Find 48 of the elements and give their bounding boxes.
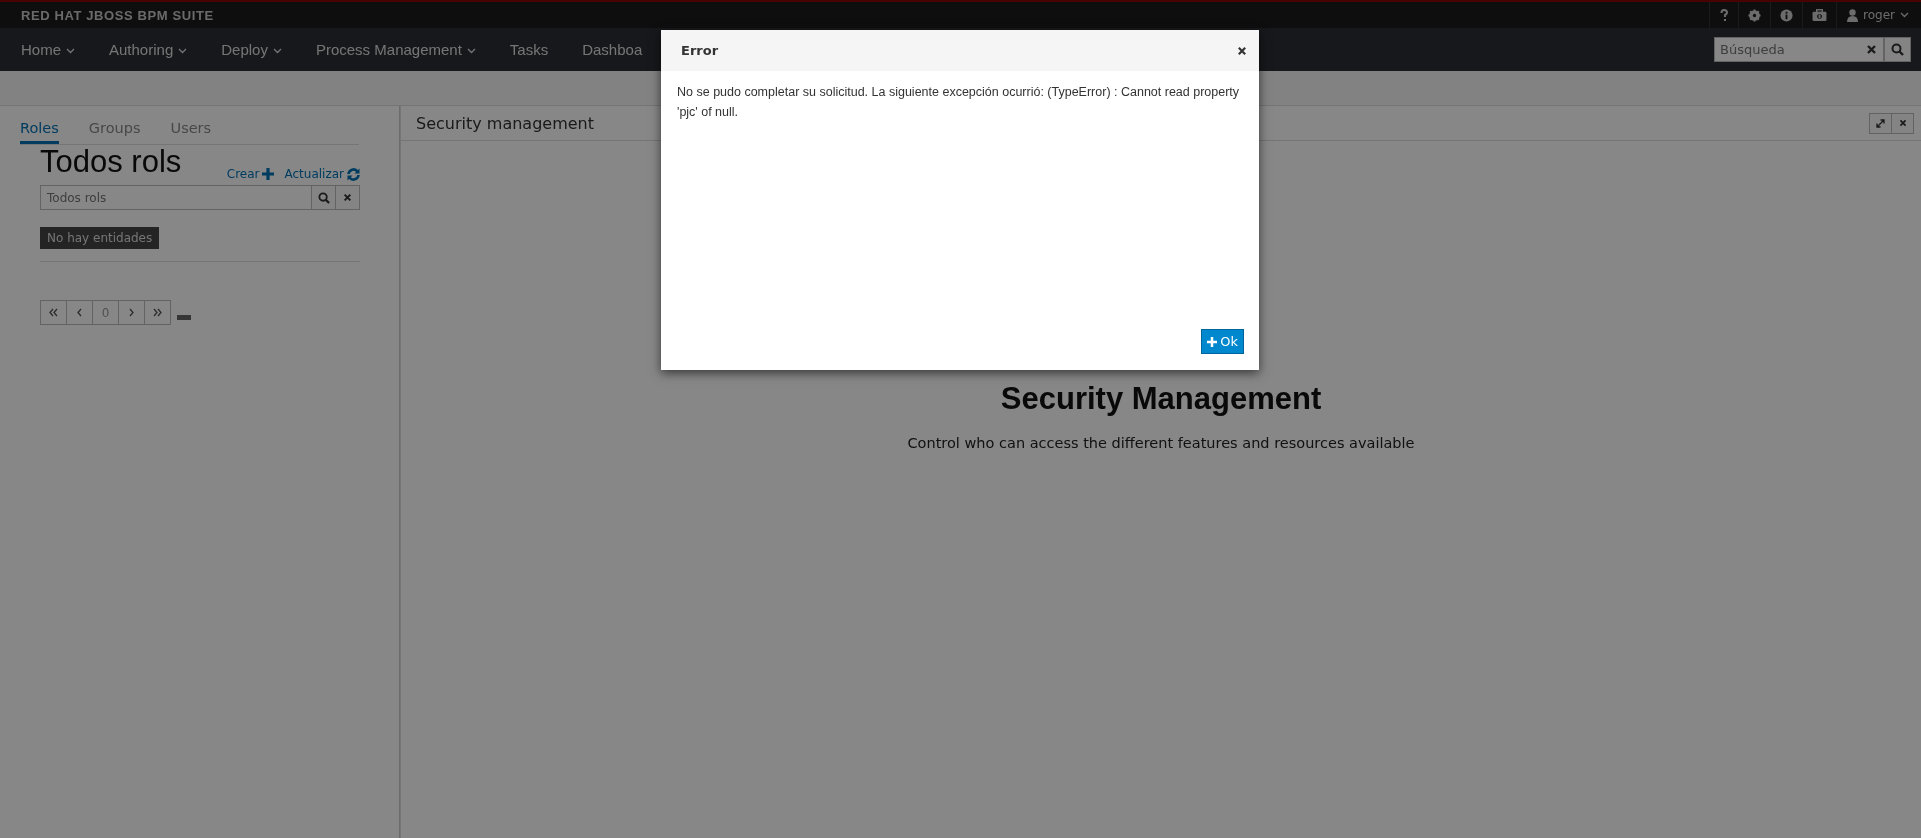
pager-button[interactable] [40, 300, 67, 325]
nav-menu-item[interactable]: Deploy [204, 28, 299, 71]
briefcase-icon[interactable] [1812, 8, 1828, 22]
search-button[interactable] [1884, 37, 1911, 62]
plus-icon [262, 168, 275, 180]
close-icon[interactable] [1237, 45, 1247, 56]
search-button[interactable] [312, 185, 336, 210]
refresh-icon [347, 167, 360, 181]
user-icon [1847, 8, 1859, 22]
tab[interactable]: Roles [20, 114, 59, 144]
tab[interactable]: Groups [88, 114, 141, 144]
maximize-button[interactable] [1869, 112, 1892, 134]
ok-button[interactable]: Ok [1201, 329, 1244, 354]
first-page-icon [49, 308, 58, 317]
dialog-title: Error [681, 43, 719, 58]
panel-heading: Todos rols [40, 145, 182, 179]
nav-menu-item[interactable]: Home [0, 28, 92, 71]
nav-menu-item[interactable]: Authoring [92, 28, 205, 71]
page-subtitle: Control who can access the different features and resources available [907, 435, 1415, 451]
tab[interactable]: Users [170, 114, 212, 144]
brand-logo: RED HAT JBOSS BPM SUITE [21, 7, 214, 23]
gear-icon[interactable] [1748, 8, 1762, 22]
nav-menu-item[interactable]: Process Management [298, 28, 493, 71]
page-size-control[interactable] [177, 314, 191, 320]
search-field[interactable]: Todos rols [40, 185, 312, 210]
page-heading: Security Management [1000, 381, 1322, 417]
last-page-icon [153, 308, 162, 317]
plus-icon [1207, 336, 1218, 347]
search-icon [1891, 43, 1904, 56]
expand-icon [1876, 118, 1885, 128]
clear-button[interactable] [336, 185, 360, 210]
help-icon[interactable] [1719, 8, 1730, 22]
action-link[interactable]: Actualizar [284, 167, 360, 181]
caret-icon [1900, 12, 1909, 18]
nav-menu-item[interactable]: Dashboa [565, 28, 643, 71]
next-icon [127, 308, 136, 317]
panel-title: Security management [416, 113, 594, 133]
pager-button[interactable] [144, 300, 171, 325]
close-icon [343, 193, 352, 202]
error-message: No se pudo completar su solicitud. La siguiente excepción ocurrió: (TypeError) : Cannot read property 'pjc' of null. [676, 84, 1241, 121]
action-link[interactable]: Crear [226, 167, 275, 181]
close-icon [1898, 119, 1907, 127]
close-button[interactable] [1891, 112, 1914, 134]
nav-menu-item[interactable]: Tasks [492, 28, 566, 71]
search-icon [317, 191, 330, 204]
previous-icon [75, 308, 84, 317]
empty-label: No hay entidades [40, 227, 160, 249]
info-icon[interactable] [1780, 8, 1794, 22]
